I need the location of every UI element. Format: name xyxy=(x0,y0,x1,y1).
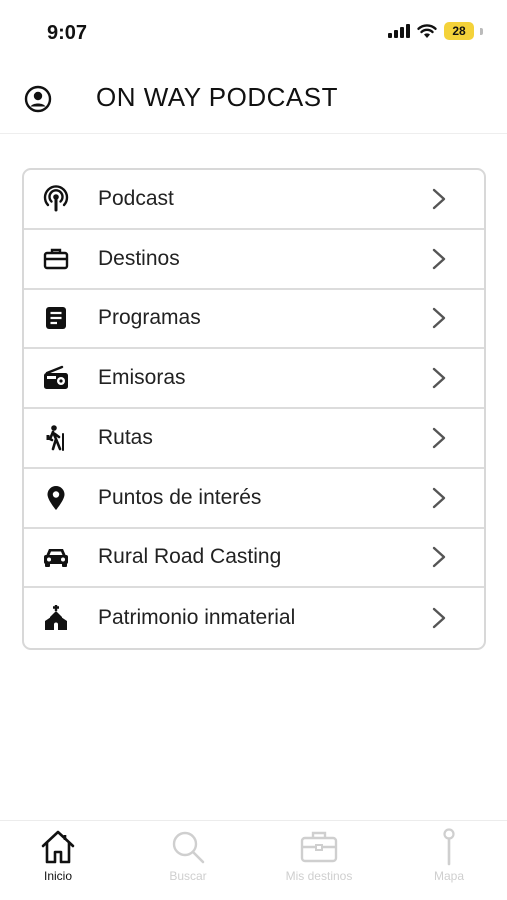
chevron-right-icon xyxy=(432,427,446,449)
wifi-icon xyxy=(417,24,437,38)
status-time: 9:07 xyxy=(47,22,88,44)
menu-item-programas[interactable]: Programas xyxy=(24,290,484,350)
briefcase-icon xyxy=(42,245,70,273)
tab-inicio[interactable]: Inicio xyxy=(3,827,113,897)
car-icon xyxy=(42,543,70,571)
cellular-signal-icon xyxy=(388,24,410,38)
podcast-icon xyxy=(42,185,70,213)
menu-item-label: Rural Road Casting xyxy=(98,545,282,569)
battery-indicator: 28 xyxy=(444,22,474,40)
menu-item-destinos[interactable]: Destinos xyxy=(24,230,484,290)
church-icon xyxy=(42,604,70,632)
search-icon xyxy=(172,831,205,864)
chevron-right-icon xyxy=(432,607,446,629)
menu-item-label: Emisoras xyxy=(98,366,186,390)
document-icon xyxy=(42,304,70,332)
menu-item-label: Puntos de interés xyxy=(98,485,262,509)
hiker-icon xyxy=(42,424,70,452)
tab-label: Buscar xyxy=(169,869,207,883)
tab-bar: Inicio Buscar Mis destinos Mapa xyxy=(0,820,507,900)
app-header: ON WAY PODCAST xyxy=(0,66,507,134)
menu-item-podcast[interactable]: Podcast xyxy=(24,170,484,230)
menu-item-rural-road-casting[interactable]: Rural Road Casting xyxy=(24,529,484,589)
menu-item-emisoras[interactable]: Emisoras xyxy=(24,349,484,409)
menu-item-label: Destinos xyxy=(98,246,180,270)
pin-icon xyxy=(443,828,455,866)
menu-item-label: Patrimonio inmaterial xyxy=(98,606,296,630)
chevron-right-icon xyxy=(432,308,446,329)
briefcase-icon xyxy=(300,831,338,863)
chevron-right-icon xyxy=(432,367,446,389)
page-title: ON WAY PODCAST xyxy=(96,82,338,112)
tab-buscar[interactable]: Buscar xyxy=(133,827,243,897)
menu-item-label: Programas xyxy=(98,306,201,330)
tab-mis-destinos[interactable]: Mis destinos xyxy=(264,827,374,897)
status-bar: 9:07 28 xyxy=(0,0,507,66)
map-pin-icon xyxy=(42,484,70,512)
tab-label: Mapa xyxy=(433,869,465,883)
account-circle-icon[interactable] xyxy=(23,84,53,114)
chevron-right-icon xyxy=(432,188,446,210)
chevron-right-icon xyxy=(432,547,446,568)
chevron-right-icon xyxy=(432,487,446,508)
radio-icon xyxy=(42,364,70,392)
menu-item-puntos-de-interes[interactable]: Puntos de interés xyxy=(24,469,484,529)
menu-item-label: Rutas xyxy=(98,425,153,449)
home-icon xyxy=(41,830,75,864)
chevron-right-icon xyxy=(432,248,446,269)
battery-cap xyxy=(480,27,483,35)
status-indicators: 28 xyxy=(388,22,483,40)
menu-list: Podcast Destinos Programas Emisoras Ruta… xyxy=(22,168,486,650)
tab-label: Mis destinos xyxy=(285,869,353,883)
menu-item-rutas[interactable]: Rutas xyxy=(24,409,484,469)
menu-item-label: Podcast xyxy=(98,186,174,210)
tab-mapa[interactable]: Mapa xyxy=(394,827,504,897)
menu-item-patrimonio-inmaterial[interactable]: Patrimonio inmaterial xyxy=(24,588,484,648)
tab-label: Inicio xyxy=(43,869,72,883)
